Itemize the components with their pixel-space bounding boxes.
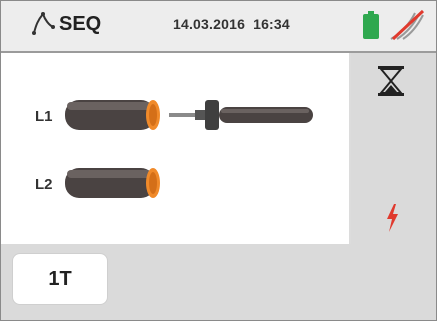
measurement-panel: L1 L2 xyxy=(1,53,349,244)
hourglass-icon xyxy=(378,66,404,96)
page-title: SEQ xyxy=(59,13,102,35)
status-bar: SEQ 14.03.2016 16:34 xyxy=(1,1,436,53)
softkey-1t-button[interactable]: 1T xyxy=(12,253,108,305)
phase-sequence-icon xyxy=(32,12,55,35)
lightning-bolt-icon xyxy=(387,204,398,232)
date-time: 14.03.2016 16:34 xyxy=(173,16,290,32)
instrument-screen: SEQ 14.03.2016 16:34 L1 L2 1T xyxy=(0,0,437,321)
cable-l2 xyxy=(65,168,160,198)
status-column xyxy=(351,53,436,244)
cable-l1 xyxy=(65,100,160,130)
date-text: 14.03.2016 xyxy=(173,16,246,32)
softkey-bar: 1T xyxy=(1,244,436,320)
connected-probe-l1 xyxy=(169,100,313,130)
probe-label-l2: L2 xyxy=(35,176,53,193)
signal-disabled-icon xyxy=(390,9,425,41)
battery-icon xyxy=(363,11,379,39)
probe-label-l1: L1 xyxy=(35,108,53,125)
time-text: 16:34 xyxy=(253,16,290,32)
